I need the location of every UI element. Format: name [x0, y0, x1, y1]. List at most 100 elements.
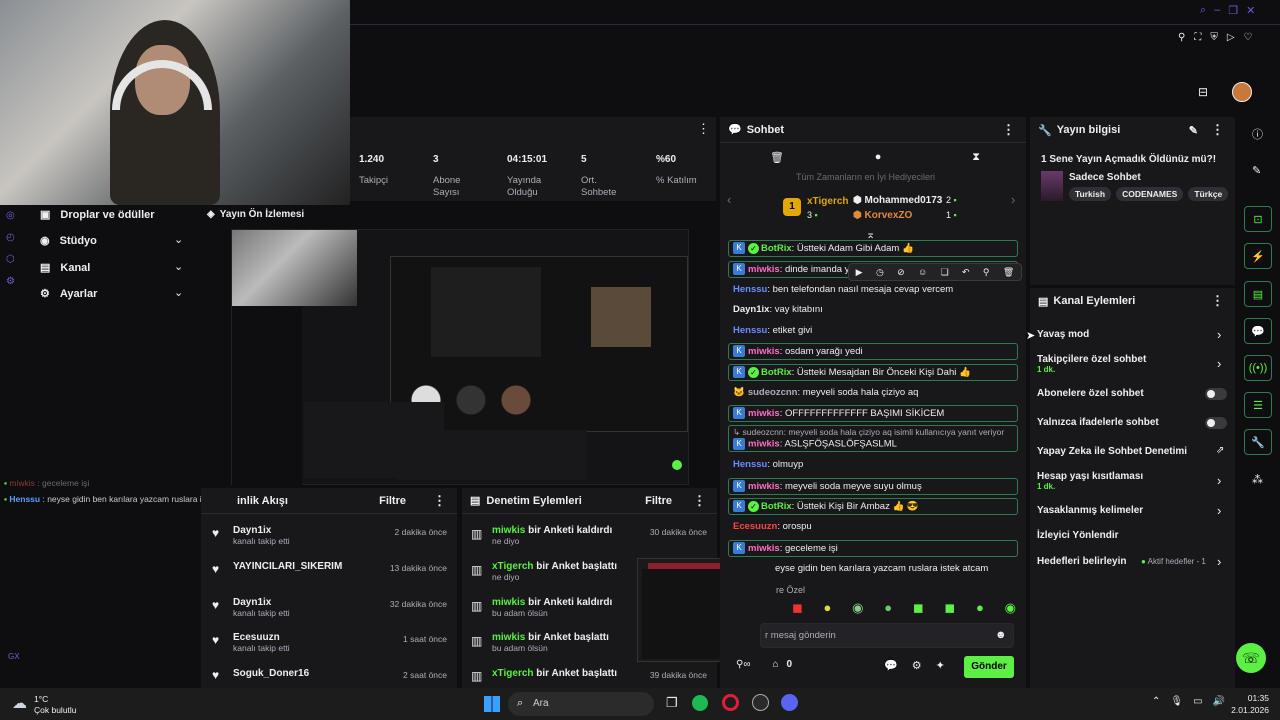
chat-message[interactable]: K ✓ BotRix: Üstteki Adam Gibi Adam 👍: [728, 240, 1018, 257]
play-icon[interactable]: ▶: [856, 267, 863, 278]
subscribers-only-toggle[interactable]: [1205, 388, 1227, 400]
gifter-name[interactable]: xTigerch: [807, 196, 849, 207]
chevron-down-icon[interactable]: ⌄: [174, 233, 183, 246]
chat-user[interactable]: miwkis: [748, 264, 780, 275]
chat-message[interactable]: Ecesuuzn: orospu: [728, 519, 1018, 535]
chat-settings-icon[interactable]: 💬: [884, 659, 898, 672]
mod-user[interactable]: miwkis: [492, 632, 525, 643]
chevron-right-icon[interactable]: ›: [1011, 192, 1015, 207]
rail-broadcast-icon[interactable]: ((•)): [1244, 355, 1272, 381]
more-icon[interactable]: ⋮: [1208, 122, 1227, 138]
external-link-icon[interactable]: ⇗: [1216, 445, 1224, 456]
reply-icon[interactable]: ☺: [918, 267, 927, 277]
gifter-name[interactable]: ⬢ KorvexZO: [853, 210, 912, 221]
more-icon[interactable]: ⋮: [1208, 293, 1227, 309]
category-name[interactable]: Sadece Sohbet: [1069, 172, 1141, 183]
avatar[interactable]: [1232, 82, 1252, 102]
rail-icon[interactable]: ◎: [6, 205, 20, 227]
chat-user[interactable]: miwkis: [748, 543, 780, 554]
chevron-left-icon[interactable]: ‹: [727, 192, 731, 207]
chat-message[interactable]: Kmiwkis: osdam yarağı yedi: [728, 343, 1018, 360]
undo-icon[interactable]: ↶: [962, 267, 970, 278]
emote-icon[interactable]: ●: [976, 600, 984, 616]
activity-user[interactable]: Ecesuuzn: [233, 632, 290, 643]
mod-user[interactable]: xTigerch: [492, 668, 534, 679]
windows-start-icon[interactable]: [484, 696, 500, 712]
action-ai-moderation[interactable]: Yapay Zeka ile Sohbet Denetimi: [1037, 446, 1187, 457]
action-raid[interactable]: İzleyici Yönlendir: [1037, 530, 1119, 541]
emotes-only-toggle[interactable]: [1205, 417, 1227, 429]
task-view-icon[interactable]: ❐: [666, 695, 678, 711]
gifter-name[interactable]: ⬢ Mohammed0173: [853, 195, 942, 206]
chevron-right-icon[interactable]: ›: [1217, 473, 1221, 488]
shield-icon[interactable]: ⛨: [1210, 32, 1218, 43]
chat-message[interactable]: Kmiwkis: geceleme işi: [728, 540, 1018, 557]
chat-message[interactable]: eyse gidin ben karılara yazcam ruslara i…: [775, 561, 988, 577]
chat-message[interactable]: Henssu: ben telefondan nasıl mesaja ceva…: [728, 282, 1018, 298]
chat-message[interactable]: 🐱 sudeozcnn: meyveli soda hala çiziyo aq: [728, 385, 1018, 401]
activity-user[interactable]: Soguk_Doner16: [233, 668, 309, 679]
chat-message[interactable]: Kmiwkis: meyveli soda meyve suyu olmuş: [728, 478, 1018, 495]
sidebar-item-studio[interactable]: ◉ Stüdyo: [40, 234, 97, 248]
clock-date[interactable]: 2.01.2026: [1225, 705, 1269, 715]
activity-filter-button[interactable]: Filtre: [379, 495, 406, 507]
more-icon[interactable]: ⋮: [430, 493, 449, 509]
gift-box-icon[interactable]: ⌂: [772, 659, 778, 670]
crop-icon[interactable]: ⛶: [1194, 32, 1201, 43]
action-slow-mode[interactable]: Yavaş mod: [1037, 329, 1089, 340]
chat-message[interactable]: K ✓ BotRix: Üstteki Mesajdan Bir Önceki Ki…: [728, 364, 1018, 381]
chevron-up-icon[interactable]: ⌃: [1152, 696, 1160, 707]
rail-wrench-icon[interactable]: 🔧: [1244, 429, 1272, 455]
rail-notes-icon[interactable]: ▤: [1244, 281, 1272, 307]
minimize-icon[interactable]: –: [1214, 4, 1220, 20]
rail-icon[interactable]: ◴: [6, 227, 20, 249]
chat-user[interactable]: Henssu: [733, 459, 767, 470]
delete-icon[interactable]: 🗑: [1003, 267, 1014, 278]
preview-video[interactable]: [231, 229, 689, 486]
activity-user[interactable]: YAYINCILARI_SIKERIM: [233, 561, 342, 572]
chat-message[interactable]: Dayn1ix: vay kitabını: [728, 302, 1018, 318]
trash-icon[interactable]: 🗑: [770, 151, 784, 164]
emote-picker-icon[interactable]: ✦: [936, 659, 945, 672]
gear-icon[interactable]: ⚙: [912, 659, 922, 672]
infinity-icon[interactable]: ⚲∞: [736, 659, 750, 670]
steam-icon[interactable]: [752, 694, 769, 711]
chat-user[interactable]: BotRix: [761, 367, 792, 378]
chat-user[interactable]: miwkis: [748, 439, 780, 450]
chat-user[interactable]: sudeozcnn: [748, 387, 798, 398]
search-icon[interactable]: ⌕: [1200, 4, 1206, 20]
action-banned-words[interactable]: Yasaklanmış kelimeler: [1037, 505, 1143, 516]
action-followers-only[interactable]: Takipçilere özel sohbet: [1037, 354, 1146, 365]
close-icon[interactable]: ✕: [1246, 4, 1255, 20]
chat-message[interactable]: Henssu: etiket givi: [728, 323, 1018, 339]
clock-icon[interactable]: ◷: [876, 267, 884, 278]
chat-bubble-icon[interactable]: ●: [875, 151, 882, 164]
emote-icon[interactable]: ◉: [1005, 600, 1016, 616]
mic-icon[interactable]: 🎙: [1170, 696, 1183, 707]
play-icon[interactable]: ▷: [1227, 32, 1235, 43]
hourglass-icon[interactable]: ⧗: [972, 151, 980, 164]
chat-user[interactable]: miwkis: [748, 481, 780, 492]
chat-user[interactable]: BotRix: [761, 243, 792, 254]
activity-user[interactable]: Dayn1ix: [233, 597, 290, 608]
tag[interactable]: Turkish: [1069, 187, 1112, 201]
discord-icon[interactable]: [781, 694, 798, 711]
chevron-right-icon[interactable]: ›: [1217, 327, 1221, 342]
chevron-down-icon[interactable]: ⌄: [174, 260, 183, 273]
mod-user[interactable]: miwkis: [492, 525, 525, 536]
pin-icon[interactable]: ⚲: [983, 267, 990, 278]
chat-user[interactable]: Henssu: [733, 325, 767, 336]
action-account-age[interactable]: Hesap yaşı kısıtlaması: [1037, 471, 1143, 482]
moderation-filter-button[interactable]: Filtre: [645, 495, 672, 507]
mod-view-icon[interactable]: ⊟: [1198, 85, 1208, 99]
support-button[interactable]: ☏: [1236, 643, 1266, 673]
chat-user[interactable]: Dayn1ix: [733, 304, 769, 315]
rail-more-icon[interactable]: ⁂: [1252, 473, 1263, 486]
taskbar-search[interactable]: ⌕ Ara: [508, 692, 654, 716]
mod-user[interactable]: miwkis: [492, 597, 525, 608]
pencil-icon[interactable]: ✎: [1252, 164, 1261, 177]
emote-icon[interactable]: ◉: [852, 600, 863, 616]
chat-user[interactable]: Henssu: [733, 284, 767, 295]
sidebar-item-channel[interactable]: ▤ Kanal: [40, 261, 90, 275]
chat-message[interactable]: Henssu: olmuyp: [728, 457, 1018, 473]
